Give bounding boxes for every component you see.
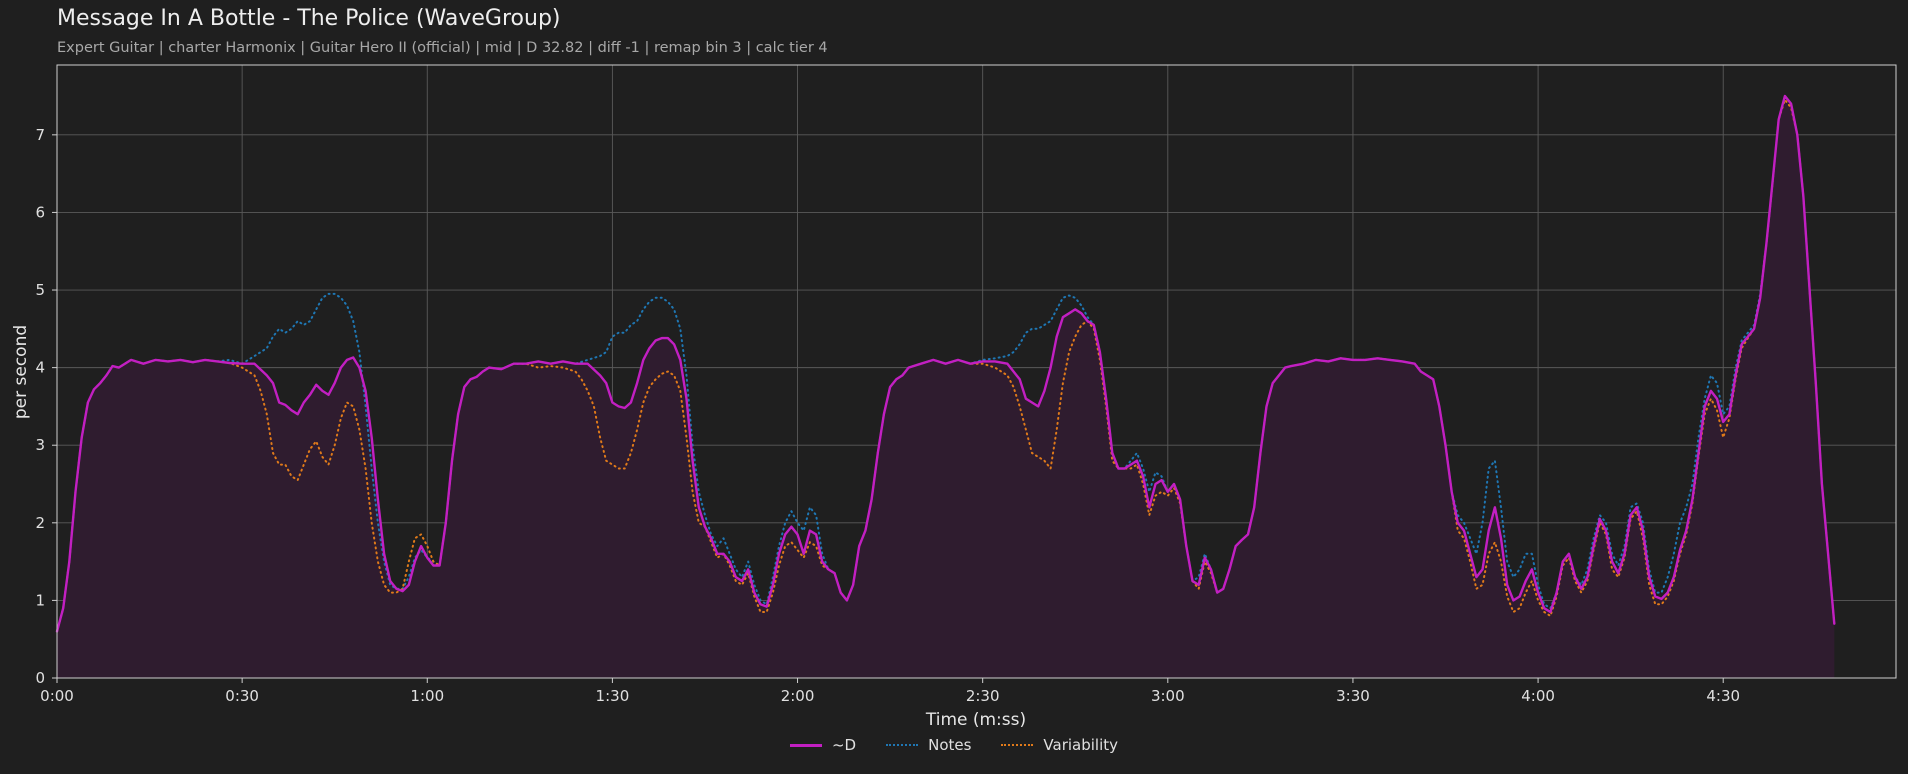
x-tick-label: 2:30 [966,687,1000,705]
x-tick-label: 1:30 [596,687,630,705]
x-axis-label: Time (m:ss) [925,710,1026,730]
legend: ~D Notes Variability [0,736,1908,754]
y-tick-label: 6 [35,203,45,221]
x-tick-label: 3:30 [1336,687,1370,705]
x-tick-label: 2:00 [781,687,815,705]
legend-label-notes: Notes [928,736,972,754]
x-axis-ticks: 0:00 0:30 1:00 1:30 2:00 2:30 3:00 3:30 4:00 4:30 [40,678,1740,705]
y-axis-ticks: 0 1 2 3 4 5 6 7 [35,126,57,687]
legend-label-variability: Variability [1043,736,1119,754]
x-tick-label: 3:00 [1151,687,1185,705]
x-tick-label: 4:30 [1706,687,1740,705]
y-tick-label: 3 [35,436,45,454]
legend-label-d: ~D [831,736,857,754]
legend-item-variability: Variability [1001,736,1118,754]
d-area-fill [57,96,1835,678]
x-tick-label: 0:30 [225,687,259,705]
legend-item-d: ~D [789,736,857,754]
y-tick-label: 2 [35,514,45,532]
y-tick-label: 1 [35,591,45,609]
legend-item-notes: Notes [886,736,971,754]
legend-swatch-d [789,743,822,747]
line-chart: 0:00 0:30 1:00 1:30 2:00 2:30 3:00 3:30 4:00 4:30… [11,64,1897,730]
x-tick-label: 1:00 [410,687,444,705]
y-tick-label: 4 [35,359,45,377]
x-tick-label: 4:00 [1521,687,1555,705]
d-area [57,96,1835,678]
y-tick-label: 5 [35,281,45,299]
y-tick-label: 7 [35,126,45,144]
x-tick-label: 0:00 [40,687,74,705]
y-tick-label: 0 [35,669,45,687]
y-axis-label: per second [11,325,31,419]
legend-swatch-variability [1001,744,1034,746]
legend-swatch-notes [886,744,919,746]
